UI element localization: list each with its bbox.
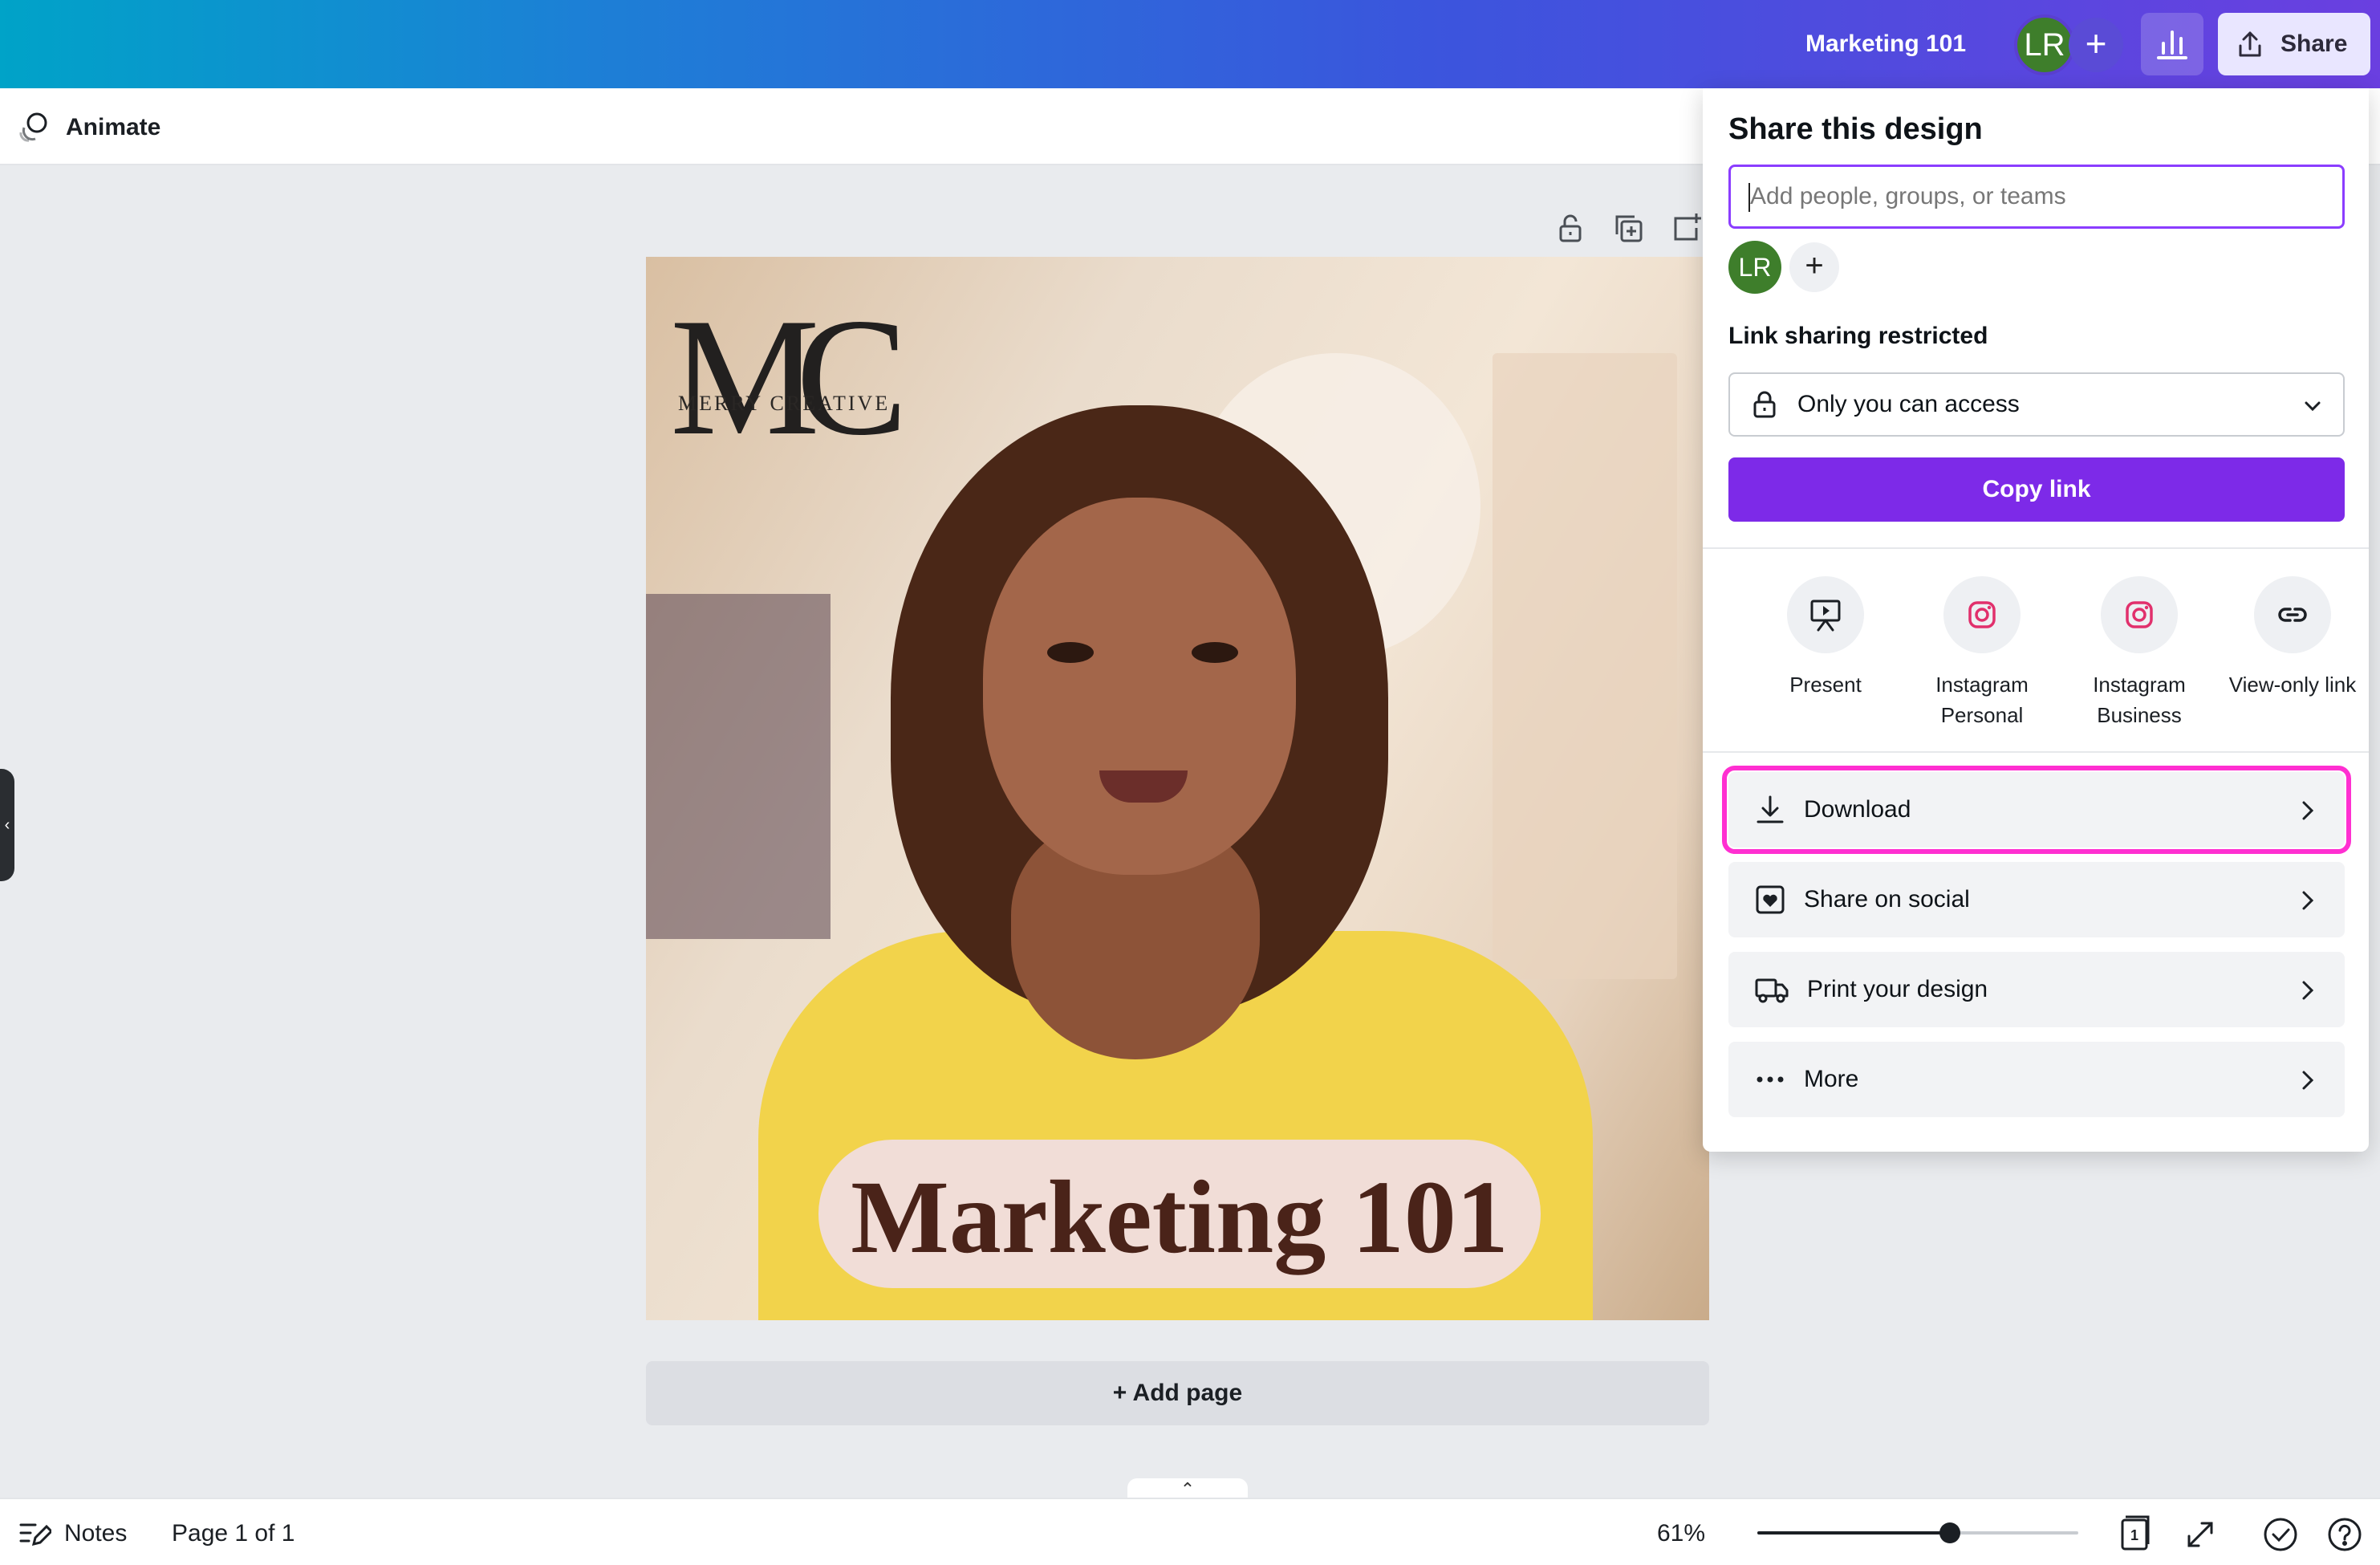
- share-option-instagram-personal[interactable]: Instagram Personal: [1910, 576, 2054, 730]
- lock-icon[interactable]: [1553, 210, 1588, 246]
- link-sharing-label: Link sharing restricted: [1728, 323, 1988, 349]
- share-option-label: Present: [1789, 673, 1862, 697]
- add-people-input[interactable]: Add people, groups, or teams: [1728, 165, 2345, 229]
- help-icon[interactable]: [2325, 1515, 2364, 1554]
- person-eye-left: [1047, 642, 1094, 663]
- chevron-right-icon: [2302, 891, 2314, 910]
- divider: [1703, 547, 2369, 549]
- access-dropdown[interactable]: Only you can access: [1728, 372, 2345, 437]
- add-page-button[interactable]: + Add page: [646, 1361, 1709, 1425]
- design-title-text: Marketing 101: [851, 1160, 1509, 1275]
- duplicate-page-icon[interactable]: [1610, 210, 1646, 246]
- access-value: Only you can access: [1797, 391, 2020, 417]
- share-option-view-only-link[interactable]: View-only link: [2216, 576, 2369, 700]
- collapse-pages-tab[interactable]: ⌃: [1127, 1478, 1248, 1499]
- fullscreen-icon[interactable]: [2181, 1515, 2220, 1554]
- more-row[interactable]: More: [1728, 1042, 2345, 1117]
- share-option-label: View-only link: [2228, 673, 2357, 697]
- zoom-slider[interactable]: [1757, 1522, 2078, 1543]
- add-collaborator-button[interactable]: +: [2069, 18, 2123, 72]
- zoom-slider-fill: [1757, 1531, 1950, 1535]
- logo-monogram: MC: [670, 284, 908, 470]
- zoom-slider-knob[interactable]: [1939, 1522, 1960, 1543]
- animate-icon: [19, 112, 47, 142]
- print-design-label: Print your design: [1807, 976, 1988, 1002]
- animate-label: Animate: [66, 114, 161, 140]
- chevron-right-icon: [2302, 801, 2314, 820]
- share-option-present[interactable]: Present: [1753, 576, 1898, 700]
- download-label: Download: [1804, 796, 1911, 823]
- collaborator-avatar[interactable]: LR: [1728, 241, 1781, 294]
- person-face: [983, 498, 1296, 875]
- chevron-down-icon: [2305, 401, 2321, 412]
- share-button[interactable]: Share: [2218, 13, 2370, 75]
- document-title[interactable]: Marketing 101: [1785, 24, 1986, 64]
- notes-button[interactable]: Notes: [18, 1514, 127, 1554]
- truck-icon: [1755, 978, 1789, 1003]
- logo-subtitle: MERRY CREATIVE: [678, 392, 891, 415]
- download-row[interactable]: Download: [1722, 766, 2351, 854]
- design-title-pill[interactable]: Marketing 101: [818, 1140, 1541, 1288]
- zoom-level[interactable]: 61%: [1657, 1514, 1705, 1554]
- side-panel-toggle[interactable]: ‹: [0, 769, 14, 881]
- share-option-instagram-business[interactable]: Instagram Business: [2067, 576, 2211, 730]
- bottom-bar: Notes Page 1 of 1 61% 1: [0, 1498, 2380, 1565]
- svg-text:1: 1: [2130, 1527, 2138, 1543]
- animate-button[interactable]: Animate: [16, 108, 160, 148]
- instagram-icon: [2101, 576, 2178, 653]
- more-label: More: [1804, 1066, 1859, 1092]
- upload-icon: [2239, 31, 2261, 57]
- add-collaborator-small-button[interactable]: +: [1789, 242, 1839, 292]
- person-eye-right: [1192, 642, 1238, 663]
- more-icon: [1757, 1076, 1784, 1083]
- bar-chart-icon: [2157, 30, 2187, 59]
- add-page-icon[interactable]: [1669, 210, 1704, 246]
- instagram-icon: [1943, 576, 2021, 653]
- page-thumbnails-icon[interactable]: 1: [2116, 1515, 2155, 1554]
- divider: [1703, 751, 2369, 753]
- share-option-label: Instagram Business: [2093, 673, 2186, 727]
- lock-icon: [1753, 391, 1776, 418]
- share-button-label: Share: [2280, 30, 2348, 57]
- notes-icon: [19, 1523, 51, 1547]
- notes-label: Notes: [64, 1520, 128, 1547]
- top-bar: Marketing 101 LR + Share: [0, 0, 2380, 88]
- download-icon: [1757, 795, 1784, 823]
- merry-creative-logo[interactable]: MC MERRY CREATIVE: [670, 284, 908, 482]
- heart-icon: [1756, 885, 1785, 914]
- share-option-label: Instagram Personal: [1935, 673, 2029, 727]
- chevron-right-icon: [2302, 1071, 2314, 1090]
- background-shelf: [646, 594, 831, 939]
- share-on-social-row[interactable]: Share on social: [1728, 862, 2345, 937]
- design-canvas[interactable]: MC MERRY CREATIVE Marketing 101: [646, 257, 1709, 1320]
- print-design-row[interactable]: Print your design: [1728, 952, 2345, 1027]
- link-icon: [2254, 576, 2331, 653]
- user-avatar[interactable]: LR: [2014, 14, 2075, 75]
- page-count: Page 1 of 1: [172, 1520, 295, 1547]
- copy-link-button[interactable]: Copy link: [1728, 457, 2345, 522]
- share-panel: Share this design Add people, groups, or…: [1703, 88, 2369, 1152]
- chevron-right-icon: [2302, 981, 2314, 1000]
- background-cabinet: [1493, 353, 1677, 979]
- share-panel-title: Share this design: [1728, 112, 1983, 146]
- insights-button[interactable]: [2141, 13, 2203, 75]
- present-icon: [1787, 576, 1864, 653]
- check-status-icon[interactable]: [2261, 1515, 2300, 1554]
- share-on-social-label: Share on social: [1804, 886, 1970, 913]
